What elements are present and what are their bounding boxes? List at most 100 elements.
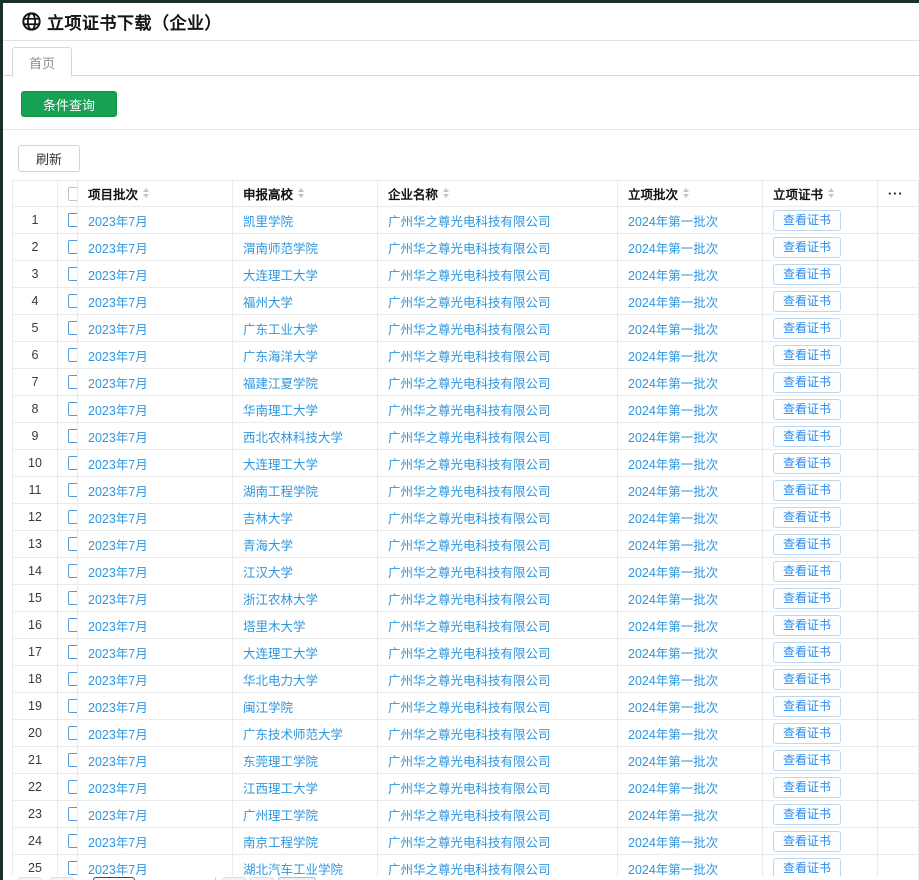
row-checkbox[interactable] — [68, 780, 78, 794]
project-batch-link[interactable]: 2023年7月 — [88, 755, 148, 769]
row-checkbox[interactable] — [68, 510, 78, 524]
company-link[interactable]: 广州华之尊光电科技有限公司 — [388, 674, 551, 688]
approval-batch-link[interactable]: 2024年第一批次 — [628, 485, 718, 499]
school-link[interactable]: 广东工业大学 — [243, 323, 318, 337]
row-checkbox[interactable] — [68, 429, 78, 443]
row-checkbox[interactable] — [68, 672, 78, 686]
project-batch-link[interactable]: 2023年7月 — [88, 458, 148, 472]
approval-batch-link[interactable]: 2024年第一批次 — [628, 242, 718, 256]
project-batch-link[interactable]: 2023年7月 — [88, 215, 148, 229]
row-checkbox[interactable] — [68, 618, 78, 632]
company-link[interactable]: 广州华之尊光电科技有限公司 — [388, 836, 551, 850]
school-link[interactable]: 南京工程学院 — [243, 836, 318, 850]
row-checkbox[interactable] — [68, 861, 78, 875]
row-checkbox[interactable] — [68, 240, 78, 254]
school-link[interactable]: 大连理工大学 — [243, 458, 318, 472]
school-link[interactable]: 青海大学 — [243, 539, 293, 553]
company-link[interactable]: 广州华之尊光电科技有限公司 — [388, 431, 551, 445]
company-link[interactable]: 广州华之尊光电科技有限公司 — [388, 593, 551, 607]
approval-batch-link[interactable]: 2024年第一批次 — [628, 296, 718, 310]
school-link[interactable]: 江汉大学 — [243, 566, 293, 580]
project-batch-link[interactable]: 2023年7月 — [88, 269, 148, 283]
school-link[interactable]: 凯里学院 — [243, 215, 293, 229]
view-certificate-button[interactable]: 查看证书 — [773, 237, 841, 258]
view-certificate-button[interactable]: 查看证书 — [773, 588, 841, 609]
company-link[interactable]: 广州华之尊光电科技有限公司 — [388, 647, 551, 661]
row-checkbox[interactable] — [68, 456, 78, 470]
project-batch-link[interactable]: 2023年7月 — [88, 539, 148, 553]
school-link[interactable]: 塔里木大学 — [243, 620, 306, 634]
school-link[interactable]: 广州理工学院 — [243, 809, 318, 823]
refresh-button[interactable]: 刷新 — [18, 145, 80, 172]
row-checkbox[interactable] — [68, 348, 78, 362]
school-link[interactable]: 吉林大学 — [243, 512, 293, 526]
column-header-company[interactable]: 企业名称 — [378, 181, 618, 207]
project-batch-link[interactable]: 2023年7月 — [88, 782, 148, 796]
view-certificate-button[interactable]: 查看证书 — [773, 345, 841, 366]
row-checkbox[interactable] — [68, 294, 78, 308]
project-batch-link[interactable]: 2023年7月 — [88, 863, 148, 877]
project-batch-link[interactable]: 2023年7月 — [88, 242, 148, 256]
project-batch-link[interactable]: 2023年7月 — [88, 404, 148, 418]
approval-batch-link[interactable]: 2024年第一批次 — [628, 431, 718, 445]
company-link[interactable]: 广州华之尊光电科技有限公司 — [388, 458, 551, 472]
approval-batch-link[interactable]: 2024年第一批次 — [628, 728, 718, 742]
approval-batch-link[interactable]: 2024年第一批次 — [628, 323, 718, 337]
row-checkbox[interactable] — [68, 564, 78, 578]
school-link[interactable]: 广东技术师范大学 — [243, 728, 343, 742]
view-certificate-button[interactable]: 查看证书 — [773, 615, 841, 636]
view-certificate-button[interactable]: 查看证书 — [773, 696, 841, 717]
view-certificate-button[interactable]: 查看证书 — [773, 210, 841, 231]
school-link[interactable]: 江西理工大学 — [243, 782, 318, 796]
company-link[interactable]: 广州华之尊光电科技有限公司 — [388, 728, 551, 742]
approval-batch-link[interactable]: 2024年第一批次 — [628, 539, 718, 553]
row-checkbox[interactable] — [68, 645, 78, 659]
approval-batch-link[interactable]: 2024年第一批次 — [628, 755, 718, 769]
view-certificate-button[interactable]: 查看证书 — [773, 777, 841, 798]
school-link[interactable]: 华北电力大学 — [243, 674, 318, 688]
tab-home[interactable]: 首页 — [12, 47, 72, 77]
school-link[interactable]: 湖南工程学院 — [243, 485, 318, 499]
project-batch-link[interactable]: 2023年7月 — [88, 296, 148, 310]
project-batch-link[interactable]: 2023年7月 — [88, 620, 148, 634]
approval-batch-link[interactable]: 2024年第一批次 — [628, 458, 718, 472]
school-link[interactable]: 大连理工大学 — [243, 647, 318, 661]
view-certificate-button[interactable]: 查看证书 — [773, 507, 841, 528]
row-checkbox[interactable] — [68, 699, 78, 713]
approval-batch-link[interactable]: 2024年第一批次 — [628, 782, 718, 796]
project-batch-link[interactable]: 2023年7月 — [88, 809, 148, 823]
view-certificate-button[interactable]: 查看证书 — [773, 723, 841, 744]
project-batch-link[interactable]: 2023年7月 — [88, 431, 148, 445]
approval-batch-link[interactable]: 2024年第一批次 — [628, 836, 718, 850]
project-batch-link[interactable]: 2023年7月 — [88, 593, 148, 607]
sort-icon[interactable] — [298, 188, 304, 198]
approval-batch-link[interactable]: 2024年第一批次 — [628, 512, 718, 526]
project-batch-link[interactable]: 2023年7月 — [88, 701, 148, 715]
school-link[interactable]: 湖北汽车工业学院 — [243, 863, 343, 877]
approval-batch-link[interactable]: 2024年第一批次 — [628, 269, 718, 283]
company-link[interactable]: 广州华之尊光电科技有限公司 — [388, 863, 551, 877]
condition-query-button[interactable]: 条件查询 — [21, 91, 117, 117]
view-certificate-button[interactable]: 查看证书 — [773, 291, 841, 312]
company-link[interactable]: 广州华之尊光电科技有限公司 — [388, 782, 551, 796]
column-settings-ellipsis-icon[interactable]: ··· — [878, 181, 919, 207]
view-certificate-button[interactable]: 查看证书 — [773, 453, 841, 474]
view-certificate-button[interactable]: 查看证书 — [773, 750, 841, 771]
approval-batch-link[interactable]: 2024年第一批次 — [628, 809, 718, 823]
project-batch-link[interactable]: 2023年7月 — [88, 566, 148, 580]
select-all-checkbox[interactable] — [68, 187, 78, 201]
school-link[interactable]: 西北农林科技大学 — [243, 431, 343, 445]
row-checkbox[interactable] — [68, 321, 78, 335]
company-link[interactable]: 广州华之尊光电科技有限公司 — [388, 377, 551, 391]
row-checkbox[interactable] — [68, 726, 78, 740]
company-link[interactable]: 广州华之尊光电科技有限公司 — [388, 485, 551, 499]
view-certificate-button[interactable]: 查看证书 — [773, 534, 841, 555]
row-checkbox[interactable] — [68, 375, 78, 389]
company-link[interactable]: 广州华之尊光电科技有限公司 — [388, 215, 551, 229]
view-certificate-button[interactable]: 查看证书 — [773, 372, 841, 393]
column-header-certificate[interactable]: 立项证书 — [763, 181, 878, 207]
approval-batch-link[interactable]: 2024年第一批次 — [628, 593, 718, 607]
sort-icon[interactable] — [683, 188, 689, 198]
school-link[interactable]: 福州大学 — [243, 296, 293, 310]
row-checkbox[interactable] — [68, 213, 78, 227]
